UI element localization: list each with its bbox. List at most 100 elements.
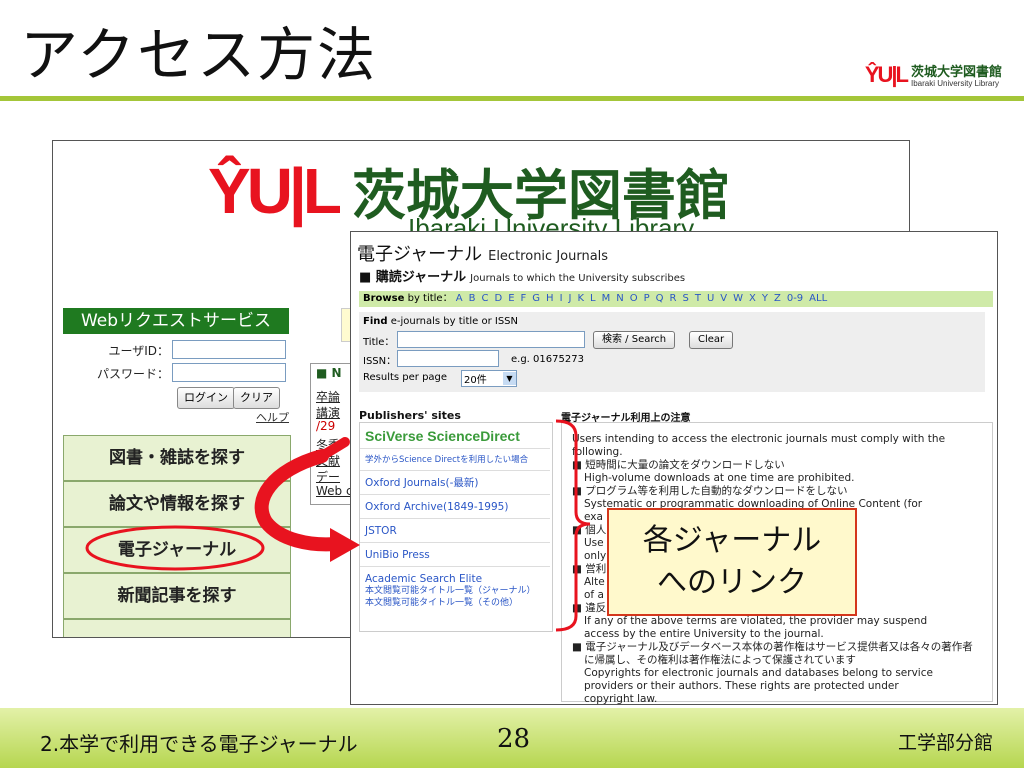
alphabet-link[interactable]: Q — [656, 293, 664, 304]
ej-subtitle-jp: ■ 購読ジャーナル — [359, 270, 467, 285]
alphabet-link[interactable]: Y — [762, 293, 768, 304]
nav-find-papers[interactable]: 論文や情報を探す — [63, 481, 291, 527]
find-label: Find — [363, 316, 388, 327]
browse-label: Browse — [363, 293, 405, 304]
alphabet-link[interactable]: A — [456, 293, 463, 304]
nav-find-books[interactable]: 図書・雑誌を探す — [63, 435, 291, 481]
alphabet-link[interactable]: I — [560, 293, 563, 304]
alphabet-link[interactable]: G — [532, 293, 540, 304]
login-button[interactable]: ログイン — [177, 387, 235, 409]
clear-search-button[interactable]: Clear — [689, 331, 734, 349]
password-input[interactable] — [172, 363, 286, 382]
publisher-link[interactable]: Oxford Archive(1849-1995) — [360, 495, 550, 519]
news-item[interactable]: 卒論 — [316, 388, 340, 405]
footer-section-title: 2.本学で利用できる電子ジャーナル — [40, 732, 358, 756]
news-item[interactable]: Web c — [316, 484, 353, 498]
publisher-link[interactable]: 本文閲覧可能タイトル一覧（その他） — [365, 597, 550, 609]
alphabet-link[interactable]: J — [569, 293, 572, 304]
slide-title: アクセス方法 — [20, 21, 378, 89]
news-item[interactable]: デー — [316, 468, 340, 485]
alphabet-link[interactable]: E — [508, 293, 514, 304]
news-item[interactable]: 文献 — [316, 452, 340, 469]
notice-line: If any of the above terms are violated, … — [584, 615, 928, 627]
notice-line: copyright law. — [584, 693, 658, 705]
notice-line: providers or their authors. These rights… — [584, 680, 899, 692]
find-heading: Find e-journals by title or ISSN — [363, 316, 518, 327]
publisher-link[interactable]: SciVerse ScienceDirect — [360, 423, 550, 449]
clear-button[interactable]: クリア — [233, 387, 280, 409]
ej-title-en: Electronic Journals — [488, 249, 609, 264]
library-logo-mark: ŶU|L — [208, 154, 342, 227]
alphabet-link[interactable]: D — [494, 293, 502, 304]
web-request-header: Webリクエストサービス — [63, 308, 289, 334]
footer-department: 工学部分館 — [898, 732, 994, 754]
browse-by-label: by title： — [407, 293, 453, 304]
per-page-select[interactable]: 20件 ▼ — [461, 370, 517, 387]
title-field-label: Title： — [363, 337, 395, 348]
user-id-input[interactable] — [172, 340, 286, 359]
issn-input[interactable] — [397, 350, 499, 367]
notice-line: ■ プログラム等を利用した自動的なダウンロードをしない — [572, 485, 848, 497]
publisher-link[interactable]: 学外からScience Directを利用したい場合 — [360, 449, 550, 471]
chevron-down-icon[interactable]: ▼ — [503, 372, 516, 385]
alphabet-link[interactable]: N — [616, 293, 623, 304]
alphabet-link[interactable]: S — [682, 293, 688, 304]
notice-line: Users intending to access the electronic… — [572, 433, 946, 445]
alphabet-link[interactable]: W — [733, 293, 743, 304]
alphabet-link[interactable]: O — [630, 293, 638, 304]
issn-example: e.g. 01675273 — [511, 354, 584, 365]
notice-line: High-volume downloads at one time are pr… — [584, 472, 855, 484]
corner-logo-name-jp: 茨城大学図書館 — [910, 65, 1002, 80]
password-label: パスワード： — [96, 367, 169, 381]
electronic-journals-screenshot: 電子ジャーナル Electronic Journals ■ 購読ジャーナル Jour… — [350, 231, 998, 705]
notice-line: Copyrights for electronic journals and d… — [584, 667, 933, 679]
library-logo-mark: ŶU|L — [864, 62, 909, 87]
publisher-link[interactable]: JSTOR — [360, 519, 550, 543]
alphabet-link[interactable]: Z — [774, 293, 781, 304]
per-page-value: 20件 — [464, 375, 487, 386]
ej-subtitle-en: Journals to which the University subscri… — [470, 273, 686, 284]
help-link[interactable]: ヘルプ — [256, 409, 289, 425]
news-item: /29 — [316, 419, 336, 433]
title-input[interactable] — [397, 331, 585, 348]
alphabet-link[interactable]: F — [521, 293, 527, 304]
publisher-link[interactable]: Oxford Journals(-最新) — [360, 471, 550, 495]
alphabet-link[interactable]: M — [602, 293, 611, 304]
footer-page-number: 28 — [497, 724, 531, 754]
alphabet-links: A B C D E F G H I J K L M N O P Q R S T U V W X Y Z 0-9 ALL — [456, 293, 833, 304]
news-item[interactable]: 冬季 — [316, 436, 340, 453]
alphabet-link[interactable]: V — [720, 293, 727, 304]
notice-line: ■ 電子ジャーナル及びデータベース本体の著作権はサービス提供者又は各々の著作者 — [572, 641, 973, 653]
alphabet-link[interactable]: U — [707, 293, 714, 304]
nav-more[interactable] — [63, 619, 291, 637]
alphabet-link[interactable]: X — [749, 293, 756, 304]
alphabet-link[interactable]: R — [670, 293, 677, 304]
browse-by-title-bar: Browse by title： ABCDEFGHIJKLMNOPQRSTUVW… — [359, 291, 993, 307]
ej-page-title: 電子ジャーナル Electronic Journals — [357, 240, 608, 266]
alphabet-link[interactable]: T — [695, 293, 701, 304]
alphabet-link[interactable]: 0-9 — [787, 293, 803, 304]
publisher-link-label: SciVerse ScienceDirect — [365, 428, 520, 444]
nav-electronic-journals[interactable]: 電子ジャーナル — [63, 527, 291, 573]
search-button[interactable]: 検索 / Search — [593, 331, 676, 349]
publisher-link[interactable]: Academic Search Elite — [365, 573, 550, 585]
alphabet-link[interactable]: L — [590, 293, 596, 304]
news-heading: ■ N — [316, 366, 342, 380]
alphabet-link[interactable]: K — [577, 293, 584, 304]
issn-field-label: ISSN： — [363, 356, 397, 367]
alphabet-link[interactable]: H — [546, 293, 554, 304]
nav-find-newspapers[interactable]: 新聞記事を探す — [63, 573, 291, 619]
notice-line: ■ 短時間に大量の論文をダウンロードしない — [572, 459, 785, 471]
notice-line: に帰属し、その権利は著作権法によって保護されています — [584, 654, 856, 666]
publishers-heading: Publishers' sites — [359, 409, 461, 422]
publishers-list: SciVerse ScienceDirect 学外からScience Direc… — [359, 422, 553, 632]
callout-line-2: へのリンク — [657, 565, 807, 600]
alphabet-link[interactable]: P — [644, 293, 650, 304]
corner-logo: ŶU|L 茨城大学図書館 Ibaraki University Library — [865, 62, 1002, 88]
find-ejournals-form: Find e-journals by title or ISSN Title： … — [359, 312, 985, 392]
alphabet-link[interactable]: ALL — [809, 293, 827, 304]
publisher-link[interactable]: UniBio Press — [360, 543, 550, 567]
publisher-link[interactable]: 本文閲覧可能タイトル一覧（ジャーナル） — [365, 585, 550, 597]
alphabet-link[interactable]: C — [482, 293, 489, 304]
alphabet-link[interactable]: B — [469, 293, 476, 304]
